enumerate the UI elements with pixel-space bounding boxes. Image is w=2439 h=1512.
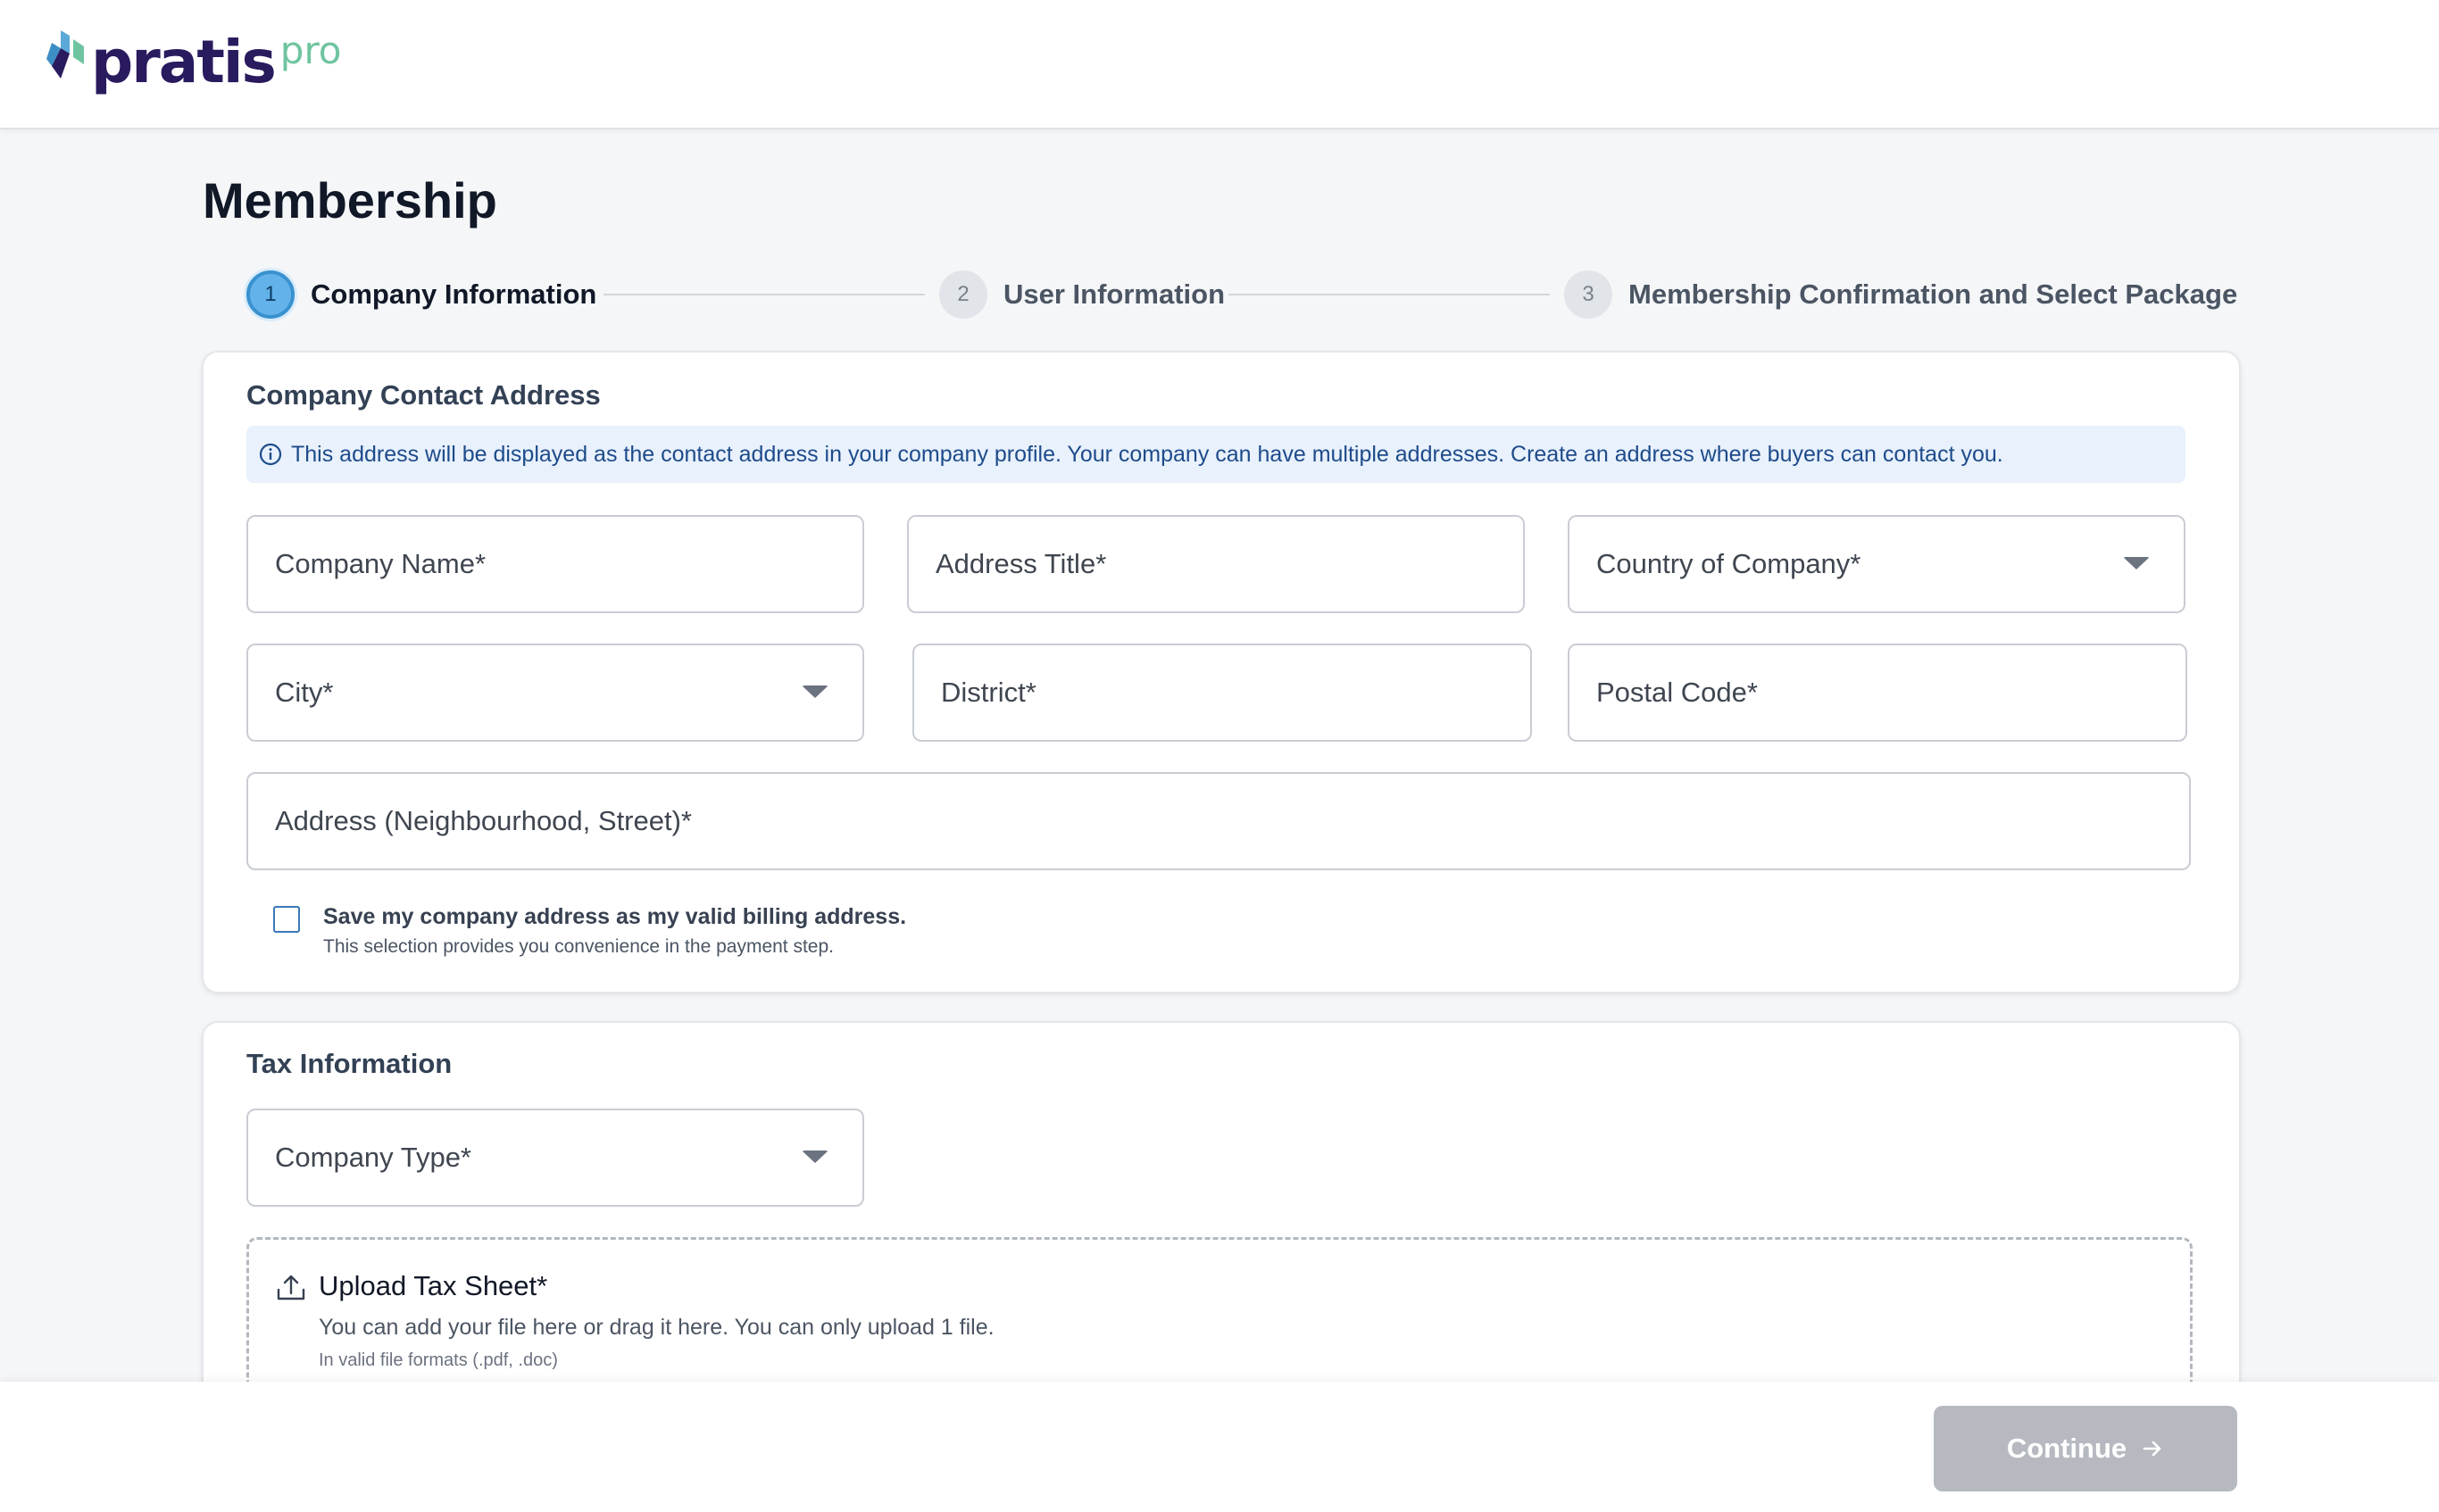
step-membership-confirmation[interactable]: 3 Membership Confirmation and Select Pac… bbox=[1564, 265, 2237, 324]
bottom-action-bar: Continue bbox=[0, 1382, 2439, 1512]
step-number: 2 bbox=[939, 270, 987, 319]
company-contact-address-card: Company Contact Address This address wil… bbox=[202, 351, 2241, 993]
upload-description: You can add your file here or drag it he… bbox=[319, 1315, 995, 1340]
card-title: Tax Information bbox=[246, 1048, 453, 1079]
logo-wordmark: pratis bbox=[91, 28, 277, 96]
logo[interactable]: pratis pro bbox=[46, 27, 342, 98]
billing-checkbox-sublabel: This selection provides you convenience … bbox=[323, 936, 834, 957]
step-label: Membership Confirmation and Select Packa… bbox=[1628, 278, 2238, 310]
address-field[interactable]: Address (Neighbourhood, Street)* bbox=[246, 772, 2191, 870]
field-label: City* bbox=[275, 677, 334, 708]
field-label: Postal Code* bbox=[1596, 677, 1758, 708]
field-label: Company Type* bbox=[275, 1142, 471, 1173]
step-company-information[interactable]: 1 Company Information bbox=[246, 265, 596, 324]
step-connector bbox=[1228, 294, 1550, 295]
page-title: Membership bbox=[203, 172, 497, 228]
step-label: Company Information bbox=[311, 278, 597, 310]
top-bar: pratis pro bbox=[0, 0, 2439, 129]
pratis-logo-icon bbox=[46, 27, 87, 82]
city-select[interactable]: City* bbox=[246, 644, 864, 742]
caret-down-icon bbox=[802, 685, 828, 698]
continue-label: Continue bbox=[2006, 1433, 2127, 1464]
district-field[interactable]: District* bbox=[912, 644, 1532, 742]
billing-address-checkbox[interactable] bbox=[273, 906, 300, 933]
step-user-information[interactable]: 2 User Information bbox=[939, 265, 1225, 324]
postal-code-field[interactable]: Postal Code* bbox=[1568, 644, 2187, 742]
arrow-right-icon bbox=[2127, 1437, 2164, 1460]
step-connector bbox=[604, 294, 925, 295]
step-number: 1 bbox=[246, 270, 295, 319]
step-number: 3 bbox=[1564, 270, 1612, 319]
stepper: 1 Company Information 2 User Information… bbox=[246, 265, 2237, 324]
caret-down-icon bbox=[802, 1151, 828, 1163]
logo-suffix: pro bbox=[279, 29, 342, 72]
field-label: Country of Company* bbox=[1596, 548, 1861, 579]
company-type-select[interactable]: Company Type* bbox=[246, 1109, 864, 1207]
info-text: This address will be displayed as the co… bbox=[291, 441, 2003, 467]
info-icon bbox=[259, 443, 282, 466]
field-label: Address Title* bbox=[936, 548, 1107, 579]
billing-checkbox-label[interactable]: Save my company address as my valid bill… bbox=[323, 904, 906, 930]
continue-button[interactable]: Continue bbox=[1934, 1406, 2237, 1491]
upload-title: Upload Tax Sheet* bbox=[319, 1270, 548, 1301]
info-banner: This address will be displayed as the co… bbox=[246, 426, 2185, 483]
company-name-field[interactable]: Company Name* bbox=[246, 515, 864, 613]
upload-formats: In valid file formats (.pdf, .doc) bbox=[319, 1350, 558, 1370]
caret-down-icon bbox=[2123, 557, 2150, 569]
address-title-field[interactable]: Address Title* bbox=[907, 515, 1525, 613]
country-select[interactable]: Country of Company* bbox=[1568, 515, 2185, 613]
field-label: District* bbox=[941, 677, 1036, 708]
step-label: User Information bbox=[1003, 278, 1226, 310]
upload-icon bbox=[276, 1272, 306, 1302]
field-label: Company Name* bbox=[275, 548, 487, 579]
field-label: Address (Neighbourhood, Street)* bbox=[275, 805, 692, 836]
card-title: Company Contact Address bbox=[246, 379, 601, 411]
